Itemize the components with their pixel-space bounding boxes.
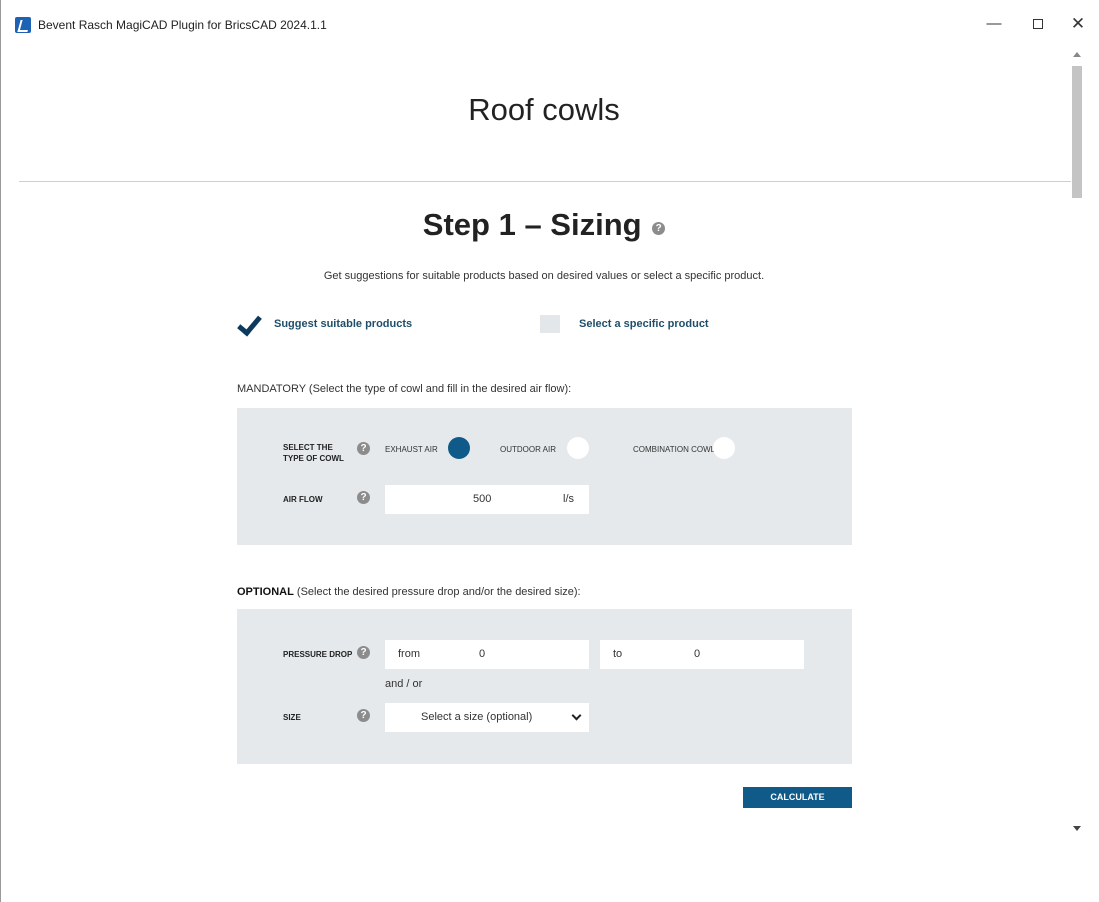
step-help-icon[interactable]: ?: [652, 222, 666, 236]
optional-panel: PRESSURE DROP ? from 0 to 0 and / or SIZ…: [237, 609, 852, 764]
size-select[interactable]: Select a size (optional): [385, 703, 589, 732]
outdoor-air-radio[interactable]: [567, 437, 589, 459]
scroll-up-arrow-icon[interactable]: [1073, 52, 1081, 57]
step-title-text: Step 1 – Sizing: [422, 207, 642, 242]
calculate-button[interactable]: CALCULATE: [743, 787, 852, 808]
cowl-type-label-line1: SELECT THE: [283, 443, 333, 452]
size-label: SIZE: [283, 713, 301, 722]
window-title: Bevent Rasch MagiCAD Plugin for BricsCAD…: [38, 18, 327, 32]
pressure-drop-from-input[interactable]: from 0: [385, 640, 589, 669]
exhaust-air-radio[interactable]: [448, 437, 470, 459]
scroll-thumb[interactable]: [1072, 66, 1082, 198]
pressure-drop-help-icon[interactable]: ?: [357, 646, 370, 659]
suggest-products-option[interactable]: Suggest suitable products: [236, 311, 412, 337]
optional-section-label: OPTIONAL (Select the desired pressure dr…: [237, 586, 581, 598]
divider: [19, 181, 1071, 182]
exhaust-air-label: EXHAUST AIR: [385, 445, 438, 454]
to-label: to: [613, 648, 623, 660]
vertical-scrollbar[interactable]: [1067, 44, 1089, 844]
from-label: from: [398, 648, 420, 660]
bricscad-app-icon: [15, 17, 31, 33]
maximize-button[interactable]: [1023, 10, 1053, 38]
size-help-icon[interactable]: ?: [357, 709, 370, 722]
close-button[interactable]: ✕: [1063, 10, 1093, 38]
from-value: 0: [479, 648, 486, 660]
chevron-down-icon: [571, 710, 582, 721]
air-flow-value: 500: [473, 493, 492, 505]
and-or-text: and / or: [385, 678, 423, 690]
app-window: Bevent Rasch MagiCAD Plugin for BricsCAD…: [0, 0, 1099, 902]
mandatory-panel: SELECT THE TYPE OF COWL ? EXHAUST AIR OU…: [237, 408, 852, 545]
combination-cowl-label: COMBINATION COWL: [633, 445, 716, 454]
scroll-down-arrow-icon[interactable]: [1073, 826, 1081, 831]
air-flow-help-icon[interactable]: ?: [357, 491, 370, 504]
cowl-type-label-line2: TYPE OF COWL: [283, 454, 344, 463]
minimize-button[interactable]: —: [979, 10, 1009, 38]
air-flow-unit: l/s: [563, 493, 574, 505]
pressure-drop-label: PRESSURE DROP: [283, 650, 353, 659]
title-bar: Bevent Rasch MagiCAD Plugin for BricsCAD…: [1, 0, 1099, 44]
combination-cowl-radio[interactable]: [713, 437, 735, 459]
cowl-type-label: SELECT THE TYPE OF COWL: [283, 442, 344, 464]
maximize-icon: [1033, 19, 1043, 30]
unchecked-checkbox[interactable]: [540, 315, 560, 333]
step-title: Step 1 – Sizing ?: [19, 207, 1069, 243]
select-specific-product-option[interactable]: Select a specific product: [540, 311, 709, 337]
suggest-products-label: Suggest suitable products: [274, 318, 413, 330]
select-specific-product-label: Select a specific product: [579, 318, 709, 330]
pressure-drop-to-input[interactable]: to 0: [600, 640, 804, 669]
size-select-value: Select a size (optional): [421, 711, 533, 723]
intro-text: Get suggestions for suitable products ba…: [323, 270, 765, 282]
optional-section-label-bold: OPTIONAL: [237, 586, 294, 598]
checkmark-icon[interactable]: [236, 312, 258, 336]
optional-section-label-rest: (Select the desired pressure drop and/or…: [293, 586, 581, 598]
air-flow-label: AIR FLOW: [283, 495, 323, 504]
air-flow-input[interactable]: 500 l/s: [385, 485, 589, 514]
cowl-type-help-icon[interactable]: ?: [357, 442, 370, 455]
outdoor-air-label: OUTDOOR AIR: [500, 445, 557, 454]
mandatory-section-label: MANDATORY (Select the type of cowl and f…: [237, 383, 572, 395]
page-title: Roof cowls: [468, 92, 620, 127]
to-value: 0: [694, 648, 701, 660]
